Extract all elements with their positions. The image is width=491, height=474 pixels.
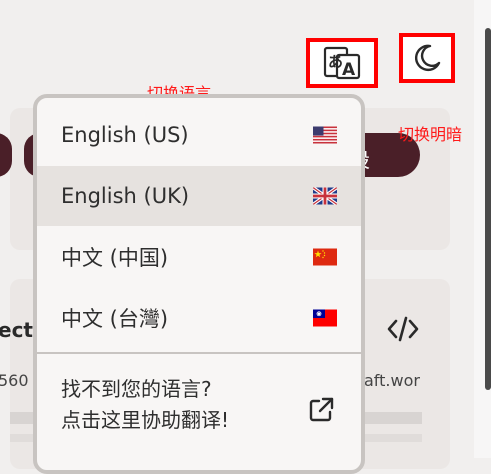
menu-divider bbox=[37, 352, 361, 354]
language-option-zh-tw[interactable]: 中文 (台灣) bbox=[37, 288, 361, 348]
background-text: 560 bbox=[0, 371, 29, 390]
theme-switch-annotation: 切换明暗 bbox=[398, 125, 463, 144]
flag-us-icon bbox=[313, 126, 337, 144]
svg-text:A: A bbox=[342, 60, 356, 80]
language-label: 中文 (台灣) bbox=[61, 307, 169, 331]
language-label: 中文 (中国) bbox=[61, 246, 169, 270]
external-link-icon[interactable] bbox=[307, 396, 335, 424]
flag-tw-icon bbox=[313, 309, 337, 327]
svg-text:あ: あ bbox=[328, 53, 343, 71]
language-option-en-uk[interactable]: English (UK) bbox=[37, 166, 361, 226]
translate-icon: あ A bbox=[323, 46, 361, 80]
flag-uk-icon bbox=[313, 187, 337, 205]
scrollbar-thumb[interactable] bbox=[485, 28, 491, 390]
background-text: aft.wor bbox=[364, 371, 420, 390]
language-menu: English (US) English (UK) 中文 (中国) 中文 (台灣… bbox=[33, 94, 365, 474]
translate-button[interactable]: あ A bbox=[306, 38, 378, 88]
language-option-zh-cn[interactable]: 中文 (中国) bbox=[37, 227, 361, 287]
help-text-line: 点击这里协助翻译! bbox=[61, 408, 230, 432]
moon-icon bbox=[415, 44, 441, 72]
help-text-line: 找不到您的语言? bbox=[61, 377, 212, 401]
flag-cn-icon bbox=[313, 248, 337, 266]
theme-toggle-button[interactable] bbox=[399, 33, 455, 83]
language-label: English (US) bbox=[61, 123, 189, 147]
help-translate-link[interactable]: 找不到您的语言? 点击这里协助翻译! bbox=[61, 374, 229, 436]
language-option-en-us[interactable]: English (US) bbox=[37, 105, 361, 165]
code-icon[interactable] bbox=[387, 316, 419, 342]
language-label: English (UK) bbox=[61, 184, 190, 208]
